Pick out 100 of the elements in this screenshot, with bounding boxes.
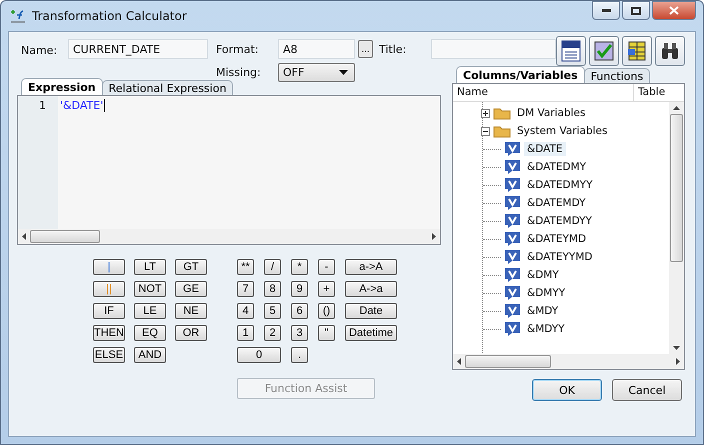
operator-key[interactable]: OR xyxy=(175,325,207,341)
speech-bubble-icon xyxy=(504,231,521,247)
window-title: Transformation Calculator xyxy=(32,9,187,23)
title-label: Title: xyxy=(379,42,408,56)
operator-key[interactable]: GT xyxy=(175,259,207,275)
calculator-key[interactable]: 6 xyxy=(291,303,308,319)
operator-key[interactable]: LT xyxy=(134,259,166,275)
missing-dropdown[interactable]: OFF xyxy=(278,63,355,82)
sql-document-icon xyxy=(560,40,582,62)
calculator-key[interactable]: 3 xyxy=(291,325,308,341)
operator-key[interactable]: EQ xyxy=(134,325,166,341)
scroll-right-icon xyxy=(676,358,680,365)
format-label: Format: xyxy=(216,42,260,56)
calculator-key[interactable]: * xyxy=(291,259,308,275)
maximize-icon xyxy=(631,6,641,14)
operator-key[interactable]: NE xyxy=(175,303,207,319)
scroll-up-icon xyxy=(673,106,680,110)
calculator-key[interactable]: 7 xyxy=(237,281,254,297)
calculator-key[interactable]: a->A xyxy=(345,259,397,275)
column-header[interactable]: Name xyxy=(453,84,634,101)
calculator-key[interactable]: / xyxy=(264,259,281,275)
title-field[interactable] xyxy=(431,39,556,59)
scroll-left-icon xyxy=(22,233,26,240)
expression-editor[interactable]: 1 '&DATE' xyxy=(17,95,441,245)
tree-item[interactable]: &DATE xyxy=(524,142,566,156)
calculator-key[interactable]: 0 xyxy=(237,347,281,363)
calculator-key[interactable]: () xyxy=(318,303,335,319)
editor-tab[interactable]: Relational Expression xyxy=(102,80,234,95)
calculator-key[interactable]: 8 xyxy=(264,281,281,297)
operator-key[interactable]: | xyxy=(93,259,125,275)
caret-icon xyxy=(339,70,348,75)
scroll-left-icon xyxy=(457,358,461,365)
scroll-right-icon xyxy=(432,233,436,240)
calculator-key[interactable]: '' xyxy=(318,325,335,341)
calculator-key[interactable]: Date xyxy=(345,303,397,319)
operator-key[interactable]: THEN xyxy=(93,325,125,341)
calculator-key[interactable]: A->a xyxy=(345,281,397,297)
calculator-key[interactable]: ** xyxy=(237,259,254,275)
calculator-key[interactable]: . xyxy=(291,347,308,363)
column-header[interactable]: Table xyxy=(634,84,684,101)
side-panel-tab[interactable]: Functions xyxy=(584,68,650,83)
speech-bubble-icon xyxy=(504,321,521,337)
expander-icon[interactable] xyxy=(481,126,490,136)
minimize-button[interactable] xyxy=(592,1,620,20)
code-line: '&DATE' xyxy=(60,99,106,112)
dialog-button[interactable]: Cancel xyxy=(612,379,682,401)
find-button[interactable] xyxy=(655,36,685,66)
operator-key[interactable]: IF xyxy=(93,303,125,319)
format-field[interactable]: A8 xyxy=(278,39,355,59)
name-label: Name: xyxy=(21,44,58,57)
close-button[interactable] xyxy=(652,1,696,20)
speech-bubble-icon xyxy=(504,267,521,283)
line-number: 1 xyxy=(39,99,46,112)
horizontal-scrollbar[interactable] xyxy=(453,354,684,369)
name-field[interactable]: CURRENT_DATE xyxy=(68,39,208,59)
speech-bubble-icon xyxy=(504,195,521,211)
speech-bubble-icon xyxy=(504,141,521,157)
folder-icon xyxy=(493,106,511,120)
close-icon xyxy=(669,6,679,15)
speech-bubble-icon xyxy=(504,249,521,265)
vertical-scrollbar[interactable] xyxy=(669,102,684,354)
minimize-icon xyxy=(602,9,610,12)
missing-label: Missing: xyxy=(216,66,262,79)
calculator-key[interactable]: 9 xyxy=(291,281,308,297)
scroll-thumb[interactable] xyxy=(30,230,100,243)
calculator-key[interactable]: 1 xyxy=(237,325,254,341)
operator-key[interactable]: LE xyxy=(134,303,166,319)
binoculars-icon xyxy=(659,40,681,62)
editor-tab[interactable]: Expression xyxy=(21,78,103,95)
maximize-button[interactable] xyxy=(622,1,650,20)
speech-bubble-icon xyxy=(504,159,521,175)
formula-icon xyxy=(10,8,26,24)
calculator-key[interactable]: Datetime xyxy=(345,325,397,341)
operator-key[interactable]: GE xyxy=(175,281,207,297)
calculator-key[interactable]: 2 xyxy=(264,325,281,341)
calculator-key[interactable]: 5 xyxy=(264,303,281,319)
operator-key[interactable]: NOT xyxy=(134,281,166,297)
scroll-down-icon xyxy=(673,346,680,350)
speech-bubble-icon xyxy=(504,303,521,319)
expander-icon[interactable] xyxy=(481,108,490,118)
horizontal-scrollbar[interactable] xyxy=(18,229,440,244)
operator-key[interactable]: ELSE xyxy=(93,347,125,363)
speech-bubble-icon xyxy=(504,213,521,229)
table-columns-icon xyxy=(626,40,648,62)
speech-bubble-icon xyxy=(504,177,521,193)
side-panel-tab[interactable]: Columns/Variables xyxy=(456,66,585,83)
scroll-thumb[interactable] xyxy=(670,114,683,262)
sql-button[interactable] xyxy=(556,36,586,66)
calculator-key[interactable]: + xyxy=(318,281,335,297)
columns-button[interactable] xyxy=(622,36,652,66)
checkmark-grid-icon xyxy=(593,40,615,62)
validate-button[interactable] xyxy=(589,36,619,66)
calculator-key[interactable]: - xyxy=(318,259,335,275)
scroll-thumb[interactable] xyxy=(465,355,551,368)
operator-key[interactable]: AND xyxy=(134,347,166,363)
calculator-key[interactable]: 4 xyxy=(237,303,254,319)
folder-icon xyxy=(493,124,511,138)
browse-button[interactable]: ... xyxy=(358,40,373,58)
speech-bubble-icon xyxy=(504,285,521,301)
dialog-button[interactable]: OK xyxy=(532,379,602,401)
